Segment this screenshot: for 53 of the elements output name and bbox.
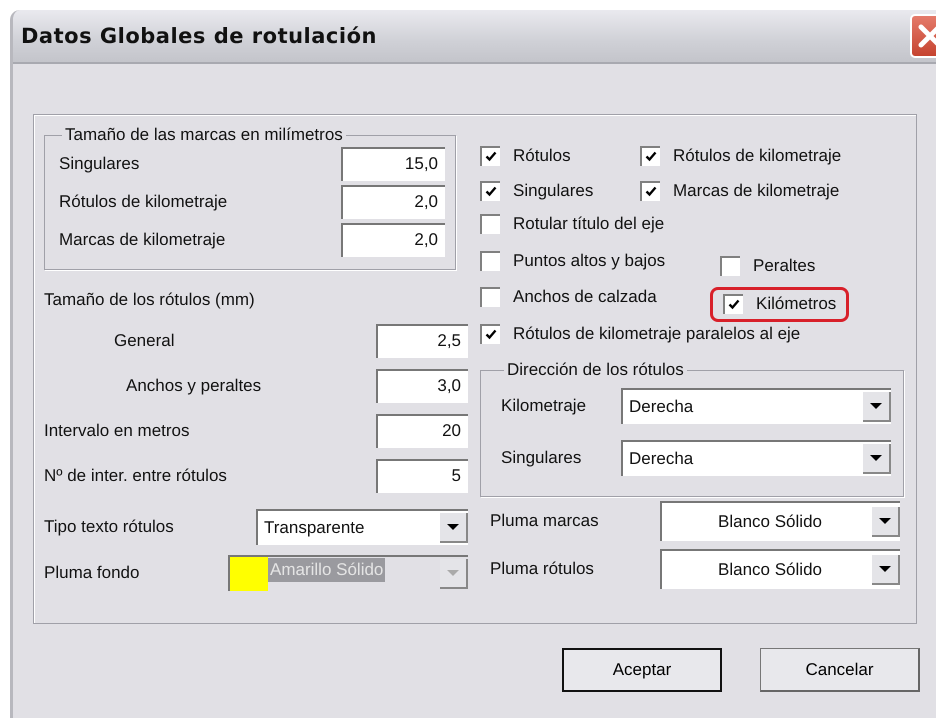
field-label: Marcas de kilometraje: [59, 230, 226, 250]
checkbox[interactable]: Marcas de kilometraje: [640, 180, 840, 201]
direction-dropdown[interactable]: Derecha: [621, 388, 891, 424]
field-label: Anchos y peraltes: [125, 376, 262, 396]
field-label: Pluma rótulos: [490, 559, 594, 579]
field-label: Nº de inter. entre rótulos: [44, 466, 227, 486]
dropdown-value: Derecha: [628, 397, 694, 417]
number-field[interactable]: 15,0: [341, 147, 445, 181]
field-label: Rótulos de kilometraje: [59, 192, 228, 212]
checkbox[interactable]: Peraltes: [720, 256, 816, 276]
window-title: Datos Globales de rotulación: [20, 24, 377, 48]
field-label: Pluma fondo: [44, 563, 140, 583]
dialog-button[interactable]: Aceptar: [562, 648, 722, 692]
number-field[interactable]: 2,5: [376, 324, 468, 358]
pen-dropdown[interactable]: Blanco Sólido: [660, 549, 900, 589]
direction-dropdown[interactable]: Derecha: [621, 440, 891, 476]
dropdown-value: Blanco Sólido: [717, 512, 823, 532]
check-icon: [728, 299, 740, 310]
number-field[interactable]: 2,0: [341, 185, 445, 219]
field-label: Tipo texto rótulos: [44, 517, 174, 537]
check-icon: [485, 186, 497, 198]
field-label: Singulares: [501, 448, 582, 468]
dropdown-value: Derecha: [628, 449, 694, 469]
field-label: Intervalo en metros: [44, 420, 190, 440]
group-legend: Dirección de los rótulos: [504, 360, 687, 380]
check-icon: [485, 329, 497, 340]
dropdown-value: Amarillo Sólido: [268, 558, 386, 582]
checkbox[interactable]: Rótulos: [480, 146, 571, 166]
number-field[interactable]: 3,0: [376, 368, 468, 402]
text-type-dropdown[interactable]: Transparente: [256, 509, 468, 545]
checkbox[interactable]: Rótulos de kilometraje: [640, 146, 842, 166]
checkbox[interactable]: Rotular título del eje: [480, 214, 664, 234]
field-label: General: [113, 330, 174, 350]
field-label: Singulares: [59, 154, 140, 174]
dropdown-value: Transparente: [263, 518, 366, 538]
pen-dropdown[interactable]: Blanco Sólido: [660, 501, 900, 541]
checkbox[interactable]: Singulares: [480, 180, 594, 201]
section-heading: Tamaño de los rótulos (mm): [44, 290, 256, 310]
number-field[interactable]: 5: [376, 458, 468, 492]
checkbox[interactable]: Anchos de calzada: [480, 287, 657, 307]
field-label: Kilometraje: [501, 396, 586, 416]
field-label: Pluma marcas: [490, 511, 599, 531]
number-field[interactable]: 2,0: [341, 223, 445, 257]
check-icon: [485, 151, 497, 162]
check-icon: [645, 151, 657, 162]
number-field[interactable]: 20: [376, 414, 468, 448]
dropdown-value: Blanco Sólido: [717, 560, 823, 580]
checkbox[interactable]: Puntos altos y bajos: [480, 250, 666, 270]
checkbox[interactable]: Rótulos de kilometraje paralelos al eje: [480, 324, 800, 344]
checkbox[interactable]: Kilómetros: [723, 294, 836, 314]
check-icon: [645, 186, 657, 198]
group-legend: Tamaño de las marcas en milímetros: [62, 125, 346, 145]
dialog-button[interactable]: Cancelar: [760, 648, 920, 692]
